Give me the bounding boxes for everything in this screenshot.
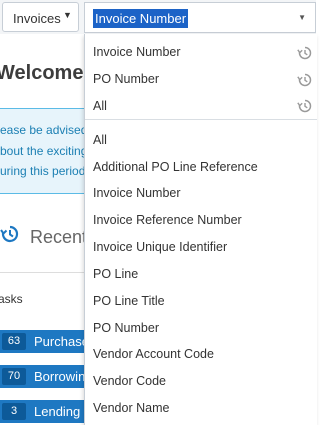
history-icon — [297, 73, 312, 87]
search-field-menu: Invoice Number PO Number All All Additio… — [84, 34, 317, 425]
search-field-select[interactable]: Invoice Number ▼ — [84, 2, 316, 33]
menu-item[interactable]: All — [93, 133, 107, 147]
menu-item[interactable]: PO Number — [93, 321, 159, 335]
chevron-down-icon[interactable]: ▼ — [298, 13, 306, 22]
menu-item[interactable]: PO Line Title — [93, 294, 165, 308]
history-icon — [297, 99, 312, 113]
notice-line: uring this period — [0, 164, 86, 178]
task-count-badge: 70 — [2, 368, 26, 385]
tasks-heading: asks — [0, 292, 23, 306]
search-scope-dropdown[interactable]: Invoices ▼ — [2, 2, 79, 32]
menu-item-recent[interactable]: All — [93, 99, 107, 113]
menu-item[interactable]: Invoice Number — [93, 186, 181, 200]
task-row[interactable]: 70 Borrowing — [0, 365, 93, 388]
task-count-badge: 3 — [2, 403, 26, 420]
history-icon — [0, 225, 19, 243]
search-scope-label: Invoices — [13, 11, 61, 26]
menu-item[interactable]: Vendor Code — [93, 374, 166, 388]
search-field-value: Invoice Number — [93, 9, 189, 28]
menu-item[interactable]: Vendor Name — [93, 401, 169, 415]
search-bar: Invoices ▼ Invoice Number ▼ — [0, 0, 316, 35]
caret-down-icon: ▼ — [63, 10, 72, 20]
menu-item[interactable]: Invoice Unique Identifier — [93, 240, 227, 254]
menu-item-recent[interactable]: Invoice Number — [93, 45, 181, 59]
task-count-badge: 63 — [2, 333, 26, 350]
menu-item[interactable]: Additional PO Line Reference — [93, 160, 258, 174]
menu-item[interactable]: PO Line — [93, 267, 138, 281]
recent-heading: Recent — [30, 227, 88, 247]
notice-banner: ease be advised bout the exciting uring … — [0, 108, 88, 194]
menu-item-recent[interactable]: PO Number — [93, 72, 159, 86]
task-label: Lending — [34, 404, 81, 419]
task-label: Purchase — [34, 334, 89, 349]
menu-item[interactable]: Invoice Reference Number — [93, 213, 242, 227]
menu-divider — [85, 119, 317, 120]
welcome-heading: Welcome, — [0, 62, 89, 84]
menu-item[interactable]: Vendor Account Code — [93, 347, 214, 361]
divider — [0, 272, 84, 273]
history-icon — [297, 46, 312, 60]
notice-line: bout the exciting — [0, 144, 88, 158]
task-row[interactable]: 3 Lending — [0, 400, 84, 423]
notice-line: ease be advised — [0, 123, 88, 137]
task-row[interactable]: 63 Purchase — [0, 330, 89, 353]
